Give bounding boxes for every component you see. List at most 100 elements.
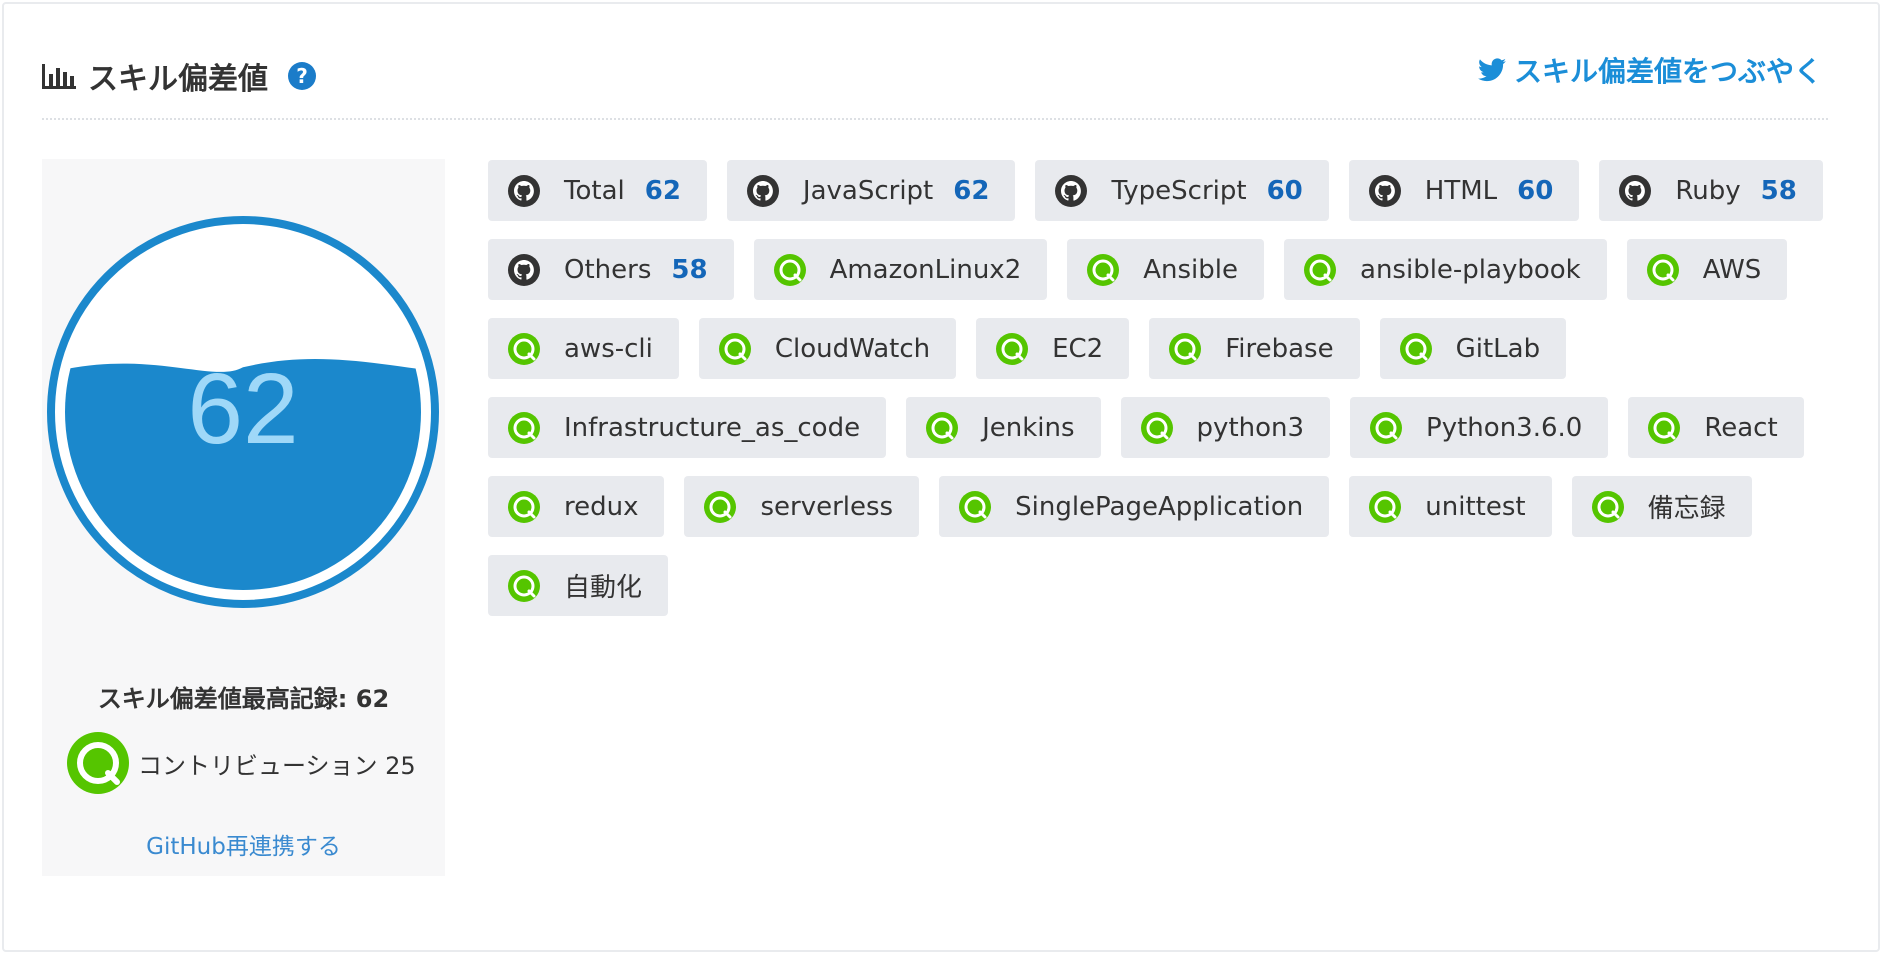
skill-tag-label: EC2	[1052, 333, 1104, 364]
skill-tag-label: Ruby	[1675, 175, 1741, 206]
skill-tag-label: 備忘録	[1647, 494, 1726, 524]
qiita-icon	[1370, 411, 1403, 444]
skill-tag[interactable]: python3	[1120, 397, 1331, 458]
qiita-icon	[959, 490, 992, 523]
score-gauge: 62	[47, 216, 439, 608]
qiita-icon	[926, 411, 959, 444]
github-icon	[508, 253, 540, 286]
skill-tag-label: SinglePageApplication	[1015, 491, 1304, 522]
skill-tag-label: serverless	[760, 491, 894, 522]
qiita-icon	[67, 732, 129, 794]
contribution-row: コントリビューション 25	[66, 731, 416, 795]
card-header: スキル偏差値 ? スキル偏差値をつぶやく	[42, 44, 1828, 120]
skill-tag-label: Total	[564, 175, 625, 206]
github-icon	[746, 174, 779, 207]
skill-tag[interactable]: HTML 60	[1348, 160, 1580, 221]
page-title: スキル偏差値	[88, 62, 268, 97]
skill-tag-label: Python3.6.0	[1426, 412, 1583, 443]
skill-tag[interactable]: 自動化	[488, 555, 669, 616]
skill-tag-label: Jenkins	[982, 412, 1075, 443]
skill-tag[interactable]: serverless	[684, 476, 920, 537]
skill-tag[interactable]: Infrastructure_as_code	[488, 397, 887, 458]
skill-tag-label: python3	[1196, 412, 1305, 443]
qiita-icon	[718, 332, 751, 365]
skill-tag[interactable]: ansible-playbook	[1284, 239, 1607, 300]
skill-tag[interactable]: Total 62	[488, 160, 707, 221]
skill-tag[interactable]: Ruby 58	[1599, 160, 1823, 221]
skill-tag[interactable]: Jenkins	[906, 397, 1101, 458]
skill-tag-label: GitLab	[1455, 333, 1541, 364]
qiita-icon	[1140, 411, 1173, 444]
best-record: スキル偏差値最高記録: 62	[97, 685, 390, 713]
qiita-icon	[1591, 490, 1624, 523]
skill-tag-score: 58	[671, 254, 708, 285]
qiita-icon	[1646, 253, 1679, 286]
skill-tag[interactable]: AmazonLinux2	[753, 239, 1048, 300]
skill-tags: Total 62 JavaScript 62 TypeScript 60 HTML 60 Rub…	[488, 160, 1858, 634]
skill-tag[interactable]: AWS	[1626, 239, 1788, 300]
skill-tag-label: React	[1704, 412, 1778, 443]
skill-tag[interactable]: GitLab	[1379, 318, 1567, 379]
score-sidebar: 62 スキル偏差値最高記録: 62 コントリビューション 25 GitHub再連…	[42, 159, 445, 876]
qiita-icon	[773, 253, 806, 286]
qiita-icon	[996, 332, 1029, 365]
skill-tag-score: 60	[1266, 175, 1303, 206]
qiita-icon	[508, 490, 540, 523]
bar-chart-icon	[42, 64, 76, 89]
skill-tag[interactable]: EC2	[976, 318, 1130, 379]
skill-tag[interactable]: JavaScript 62	[726, 160, 1016, 221]
tweet-label: スキル偏差値をつぶやく	[1513, 55, 1822, 88]
skill-tag[interactable]: aws-cli	[488, 318, 679, 379]
github-icon	[1055, 174, 1088, 207]
qiita-icon	[1304, 253, 1337, 286]
qiita-icon	[1648, 411, 1681, 444]
skill-tag[interactable]: 備忘録	[1571, 476, 1752, 537]
skill-tag-label: AWS	[1702, 254, 1762, 285]
tweet-link[interactable]: スキル偏差値をつぶやく	[1477, 50, 1822, 90]
skill-tag[interactable]: Python3.6.0	[1350, 397, 1609, 458]
qiita-icon	[704, 490, 737, 523]
gauge-value: 62	[187, 353, 298, 465]
skill-tag-label: JavaScript	[802, 175, 934, 206]
skill-tag-label: Others	[564, 254, 652, 285]
skill-tag[interactable]: SinglePageApplication	[939, 476, 1330, 537]
skill-tag[interactable]: TypeScript 60	[1035, 160, 1329, 221]
skill-tag[interactable]: redux	[488, 476, 665, 537]
skill-tag[interactable]: Others 58	[488, 239, 734, 300]
skill-tag-score: 58	[1760, 175, 1797, 206]
qiita-icon	[508, 332, 540, 365]
qiita-icon	[1169, 332, 1202, 365]
skill-tag-label: 自動化	[564, 573, 643, 603]
contribution-label: コントリビューション 25	[138, 751, 416, 780]
skill-score-card: スキル偏差値 ? スキル偏差値をつぶやく 62 スキル偏差値最高記録: 62 コ…	[2, 2, 1880, 952]
skill-tag[interactable]: Firebase	[1149, 318, 1360, 379]
title-group: スキル偏差値 ?	[42, 54, 316, 98]
skill-tag-label: HTML	[1424, 175, 1498, 206]
skill-tag-label: Firebase	[1225, 333, 1334, 364]
skill-tag-label: aws-cli	[564, 333, 653, 364]
skill-tag-label: redux	[564, 491, 639, 522]
twitter-icon	[1477, 58, 1506, 82]
skill-tag-label: TypeScript	[1111, 175, 1247, 206]
qiita-icon	[508, 569, 540, 602]
skill-tag-label: Infrastructure_as_code	[564, 412, 861, 443]
qiita-icon	[1087, 253, 1120, 286]
github-relink-link[interactable]: GitHub再連携する	[42, 827, 445, 861]
github-icon	[1368, 174, 1401, 207]
skill-tag-score: 62	[953, 175, 990, 206]
github-icon	[508, 174, 540, 207]
skill-tag-label: CloudWatch	[774, 333, 931, 364]
skill-tag-label: Ansible	[1143, 254, 1239, 285]
skill-tag-score: 60	[1517, 175, 1554, 206]
help-icon[interactable]: ?	[288, 62, 316, 90]
skill-tag-label: AmazonLinux2	[829, 254, 1022, 285]
skill-tag[interactable]: Ansible	[1067, 239, 1265, 300]
qiita-icon	[1399, 332, 1432, 365]
qiita-icon	[508, 411, 540, 444]
skill-tag[interactable]: unittest	[1349, 476, 1552, 537]
github-icon	[1619, 174, 1652, 207]
qiita-icon	[1369, 490, 1402, 523]
skill-tag[interactable]: CloudWatch	[698, 318, 957, 379]
skill-tag[interactable]: React	[1628, 397, 1804, 458]
skill-tag-score: 62	[644, 175, 681, 206]
